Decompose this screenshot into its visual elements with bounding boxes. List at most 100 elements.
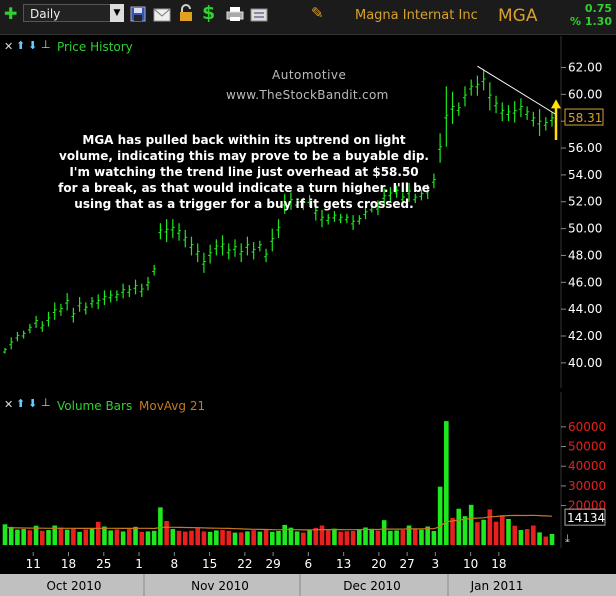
list-icon[interactable] xyxy=(250,7,268,26)
add-chart-icon[interactable]: ✚ xyxy=(4,4,17,23)
close-icon[interactable]: ✕ xyxy=(4,40,13,53)
sector-watermark: Automotive xyxy=(272,68,347,82)
volume-bar xyxy=(220,530,225,545)
volume-bar xyxy=(444,421,449,545)
arrow-up-icon[interactable]: ⬆ xyxy=(16,397,25,410)
volume-bar xyxy=(475,522,480,545)
change-percent: % 1.30 xyxy=(570,15,612,28)
volume-bar xyxy=(531,525,536,545)
period-select[interactable]: Daily xyxy=(23,4,121,22)
volume-bar xyxy=(419,529,424,545)
price-tick-label: 54.00 xyxy=(568,168,602,182)
price-tick-label: 40.00 xyxy=(568,356,602,370)
volume-bar xyxy=(95,521,101,545)
volume-bar xyxy=(139,531,145,545)
volume-bar xyxy=(400,530,406,545)
volume-bar xyxy=(151,530,157,545)
arrow-up-icon[interactable]: ⬆ xyxy=(16,39,25,52)
volume-tick-label: 50000 xyxy=(568,440,606,454)
day-tick-label: 11 xyxy=(26,557,41,571)
volume-bar xyxy=(15,529,20,545)
volume-bar xyxy=(307,530,312,545)
volume-bar xyxy=(58,527,64,545)
volume-bar xyxy=(27,530,33,545)
change-value: 0.75 xyxy=(584,2,612,15)
last-date: 1/24/11 4:00 xyxy=(550,558,608,568)
pin-icon[interactable]: ⊥ xyxy=(41,38,51,51)
volume-bar xyxy=(493,521,499,545)
volume-bar xyxy=(394,530,399,545)
volume-bar xyxy=(381,520,387,545)
day-tick-label: 13 xyxy=(336,557,351,571)
save-icon[interactable] xyxy=(130,6,146,26)
day-tick-label: 1 xyxy=(135,557,143,571)
volume-bar xyxy=(195,528,200,545)
price-tick-label: 62.00 xyxy=(568,61,602,75)
volume-bar xyxy=(375,530,381,545)
volume-pane: 60000 50000 40000 30000 20000 14134 ✕ ⬆ ⬇ ⊥ V… xyxy=(0,392,616,548)
volume-bar xyxy=(338,531,343,545)
price-tick-label: 44.00 xyxy=(568,302,602,316)
volume-bar xyxy=(344,531,350,545)
volume-bar xyxy=(77,531,82,545)
arrow-down-icon[interactable]: ⬇ xyxy=(28,397,37,410)
volume-bar xyxy=(21,529,26,545)
day-tick-label: 10 xyxy=(463,557,478,571)
trendline xyxy=(477,65,557,115)
chevron-down-icon[interactable]: ▼ xyxy=(110,4,124,22)
price-tick-label: 60.00 xyxy=(568,87,602,101)
volume-tick-label: 40000 xyxy=(568,459,606,473)
volume-tick-label: 30000 xyxy=(568,479,606,493)
volume-bar xyxy=(450,517,455,545)
day-tick-label: 27 xyxy=(399,557,414,571)
volume-bar xyxy=(164,520,169,545)
month-label: Oct 2010 xyxy=(46,579,101,593)
volume-bar xyxy=(369,528,375,545)
ma-pane-title: MovAvg 21 xyxy=(139,399,206,413)
last-price-label: 58.31 xyxy=(568,111,602,125)
last-volume-label: 14134 xyxy=(567,511,605,525)
volume-bar xyxy=(8,526,14,545)
price-tick-label: 46.00 xyxy=(568,275,602,289)
day-tick-label: 8 xyxy=(171,557,179,571)
volume-bar xyxy=(543,536,549,545)
volume-bar xyxy=(120,531,126,545)
volume-bar xyxy=(170,529,176,545)
price-tick-label: 52.00 xyxy=(568,195,602,209)
volume-bar xyxy=(294,531,300,545)
x-axis: 11 18 25 1 8 15 22 29 6 13 20 27 3 10 18 Oct 2010 Nov 20… xyxy=(0,552,616,596)
arrow-down-icon[interactable]: ⬇ xyxy=(28,39,37,52)
price-tick-label: 50.00 xyxy=(568,222,602,236)
volume-bar xyxy=(232,532,238,545)
volume-bar xyxy=(481,519,486,545)
volume-bar xyxy=(257,531,263,545)
print-icon[interactable] xyxy=(226,6,244,26)
volume-tick-label: 60000 xyxy=(568,420,606,434)
day-tick-label: 6 xyxy=(305,557,313,571)
x-axis-svg: 11 18 25 1 8 15 22 29 6 13 20 27 3 10 18Oct 2010 Nov 20… xyxy=(0,552,616,596)
toolbar: ✚ Daily ▼ $ ✎ Magna Internat Inc MGA 0.7… xyxy=(0,0,616,35)
volume-bar xyxy=(39,530,45,545)
dollar-icon[interactable]: $ xyxy=(202,2,215,24)
close-icon[interactable]: ✕ xyxy=(4,398,13,411)
volume-bar xyxy=(506,519,511,545)
volume-bar xyxy=(524,529,530,545)
day-tick-label: 3 xyxy=(432,557,440,571)
email-icon[interactable] xyxy=(153,7,171,26)
volume-bar xyxy=(108,530,113,545)
period-label: Daily xyxy=(30,7,61,21)
volume-bar xyxy=(431,531,437,545)
volume-bar xyxy=(114,529,120,545)
pencil-icon[interactable]: ✎ xyxy=(311,4,324,22)
lock-icon[interactable] xyxy=(178,4,194,26)
site-watermark: www.TheStockBandit.com xyxy=(226,88,389,102)
day-tick-label: 22 xyxy=(237,557,252,571)
volume-bar xyxy=(263,530,269,545)
pin-icon[interactable]: ⊥ xyxy=(41,396,51,409)
arrow-down-small-icon[interactable]: ⤓ xyxy=(565,532,570,546)
month-label: Dec 2010 xyxy=(343,579,401,593)
volume-bar xyxy=(269,531,275,545)
volume-bar xyxy=(89,528,95,545)
volume-bar xyxy=(189,530,194,545)
price-pane-title: Price History xyxy=(57,40,133,54)
